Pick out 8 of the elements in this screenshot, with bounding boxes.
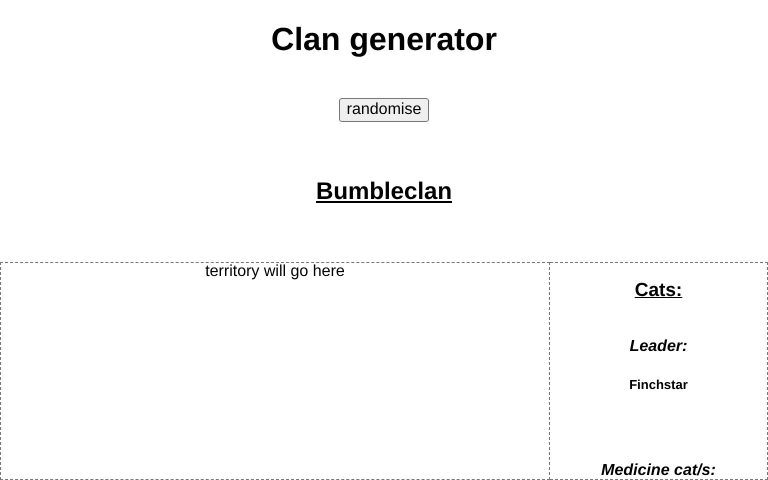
section-heading: Medicine cat/s:: [601, 462, 716, 480]
cats-heading: Cats:: [634, 280, 682, 302]
randomise-button[interactable]: randomise: [338, 98, 430, 122]
cat-name: Finchstar: [629, 377, 688, 392]
page-title: Clan generator: [271, 21, 497, 58]
section-heading: Leader:: [630, 338, 688, 356]
territory-text: territory will go here: [205, 263, 345, 281]
clan-name: Bumbleclan: [316, 178, 452, 206]
